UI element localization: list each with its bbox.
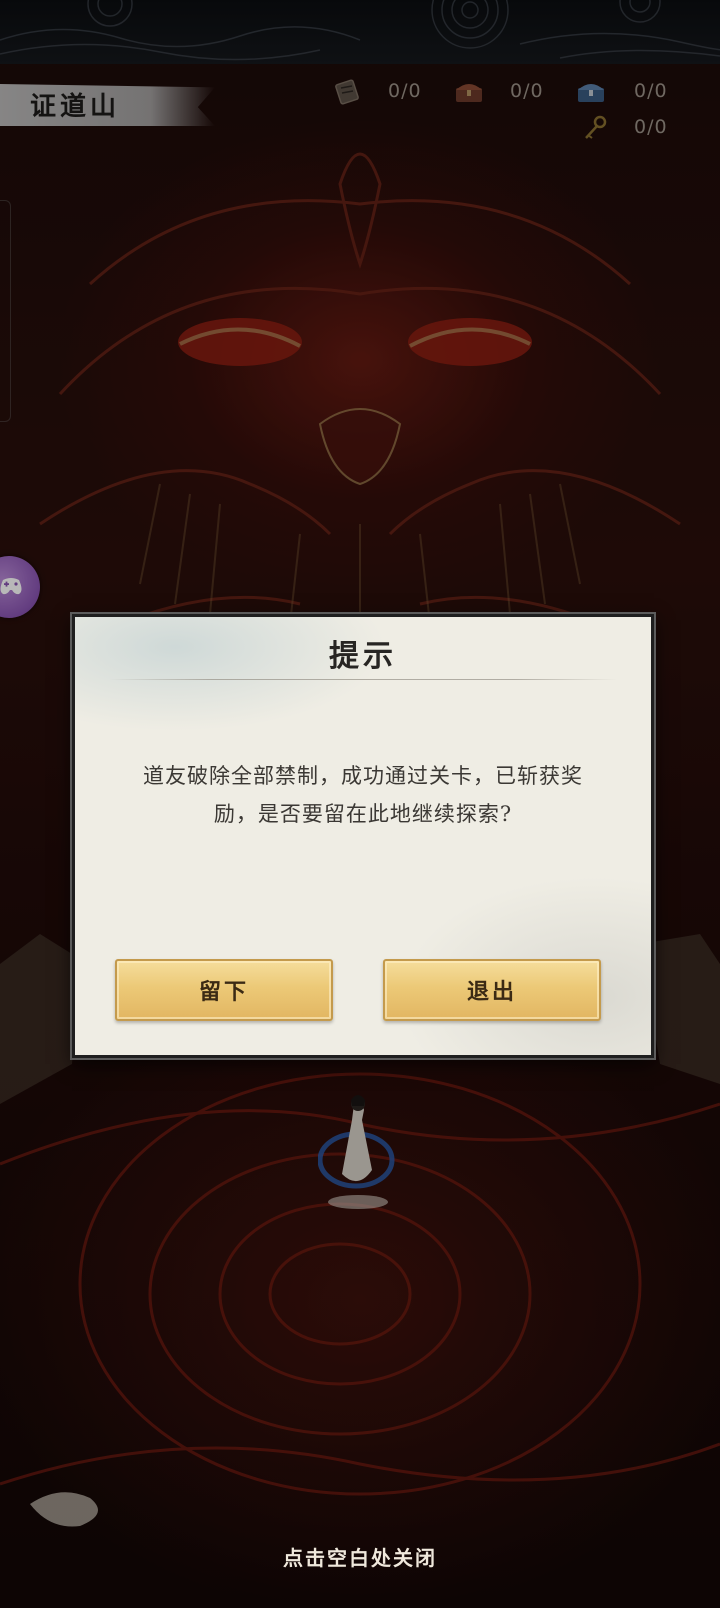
game-screen[interactable]: 证道山 0/0 0/0 0/0 0/0 提示 道友破除全部禁制，成功通过关卡，已…	[0, 0, 720, 1608]
prompt-dialog: 提示 道友破除全部禁制，成功通过关卡，已斩获奖励，是否要留在此地继续探索? 留下…	[72, 614, 654, 1058]
tap-to-close-hint: 点击空白处关闭	[283, 1546, 437, 1570]
dialog-message: 道友破除全部禁制，成功通过关卡，已斩获奖励，是否要留在此地继续探索?	[143, 764, 583, 826]
stay-button[interactable]: 留下	[115, 959, 333, 1021]
exit-button[interactable]: 退出	[383, 959, 601, 1021]
dialog-divider	[109, 679, 617, 680]
dialog-title: 提示	[329, 639, 397, 674]
